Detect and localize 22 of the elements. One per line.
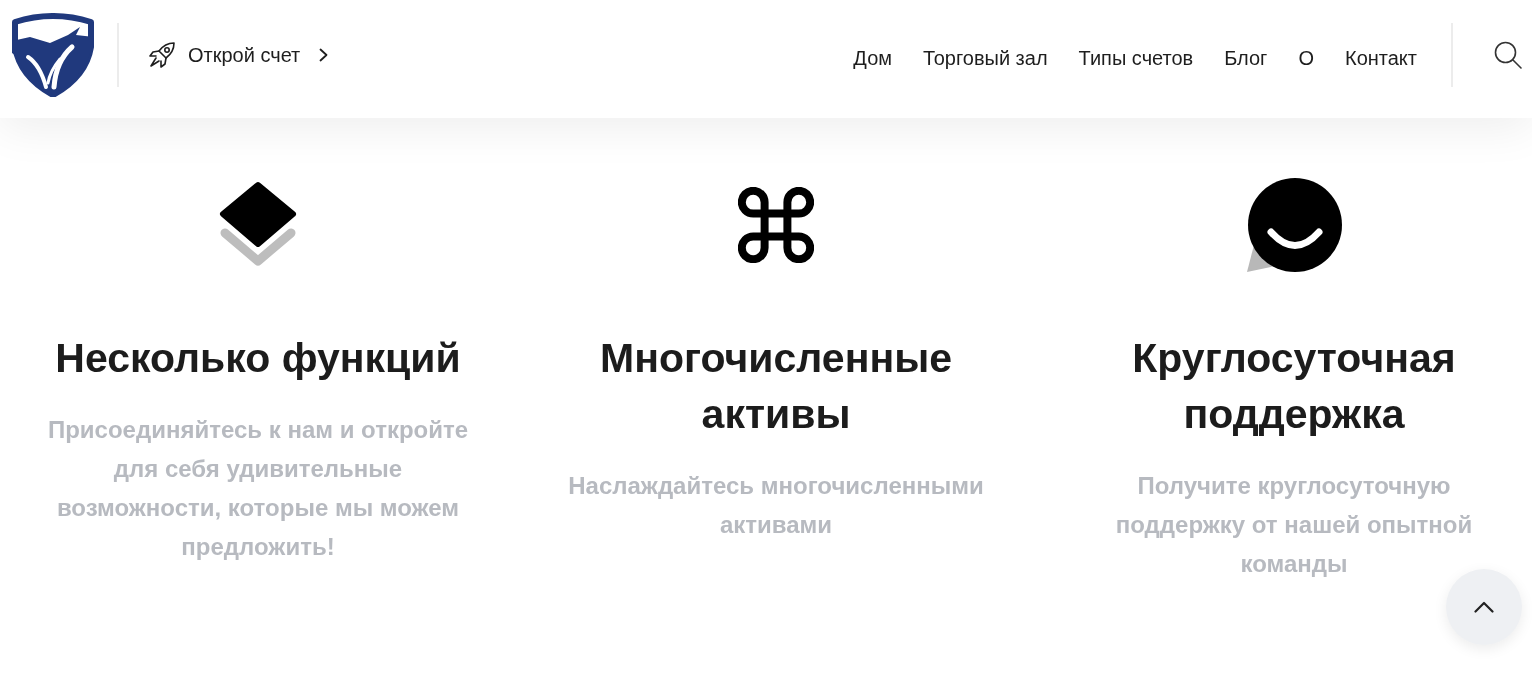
chevron-right-icon <box>319 48 329 62</box>
nav-link[interactable]: Блог <box>1224 46 1268 70</box>
search-button[interactable] <box>1494 41 1522 69</box>
nav-link[interactable]: Торговый зал <box>923 46 1048 70</box>
nav-link[interactable]: Контакт <box>1345 46 1417 70</box>
command-key-icon <box>738 187 814 263</box>
open-account-link[interactable]: Открой счет <box>147 40 329 70</box>
feature-description: Получите круглосуточную поддержку от нашей опытной команды <box>1114 471 1474 579</box>
nav-link[interactable]: Типы счетов <box>1078 46 1194 70</box>
smiley-chat-icon <box>1246 177 1342 273</box>
feature-description: Наслаждайтесь многочисленными активами <box>567 471 985 540</box>
nav-link[interactable]: О <box>1298 46 1314 70</box>
search-icon <box>1494 41 1522 69</box>
layers-icon <box>219 181 297 269</box>
chevron-up-icon <box>1474 601 1494 613</box>
feature-title: Несколько функций <box>55 334 461 383</box>
rocket-icon <box>147 40 177 70</box>
feature-title: Круглосуточная поддержка <box>1131 334 1457 439</box>
feature-description: Присоединяйтесь к нам и откройте для себя удивительные возможности, которые мы можем предложить! <box>46 415 470 562</box>
shield-logo[interactable] <box>10 13 96 97</box>
feature-title: Многочисленные активы <box>599 334 953 439</box>
nav-link[interactable]: Дом <box>853 46 892 70</box>
